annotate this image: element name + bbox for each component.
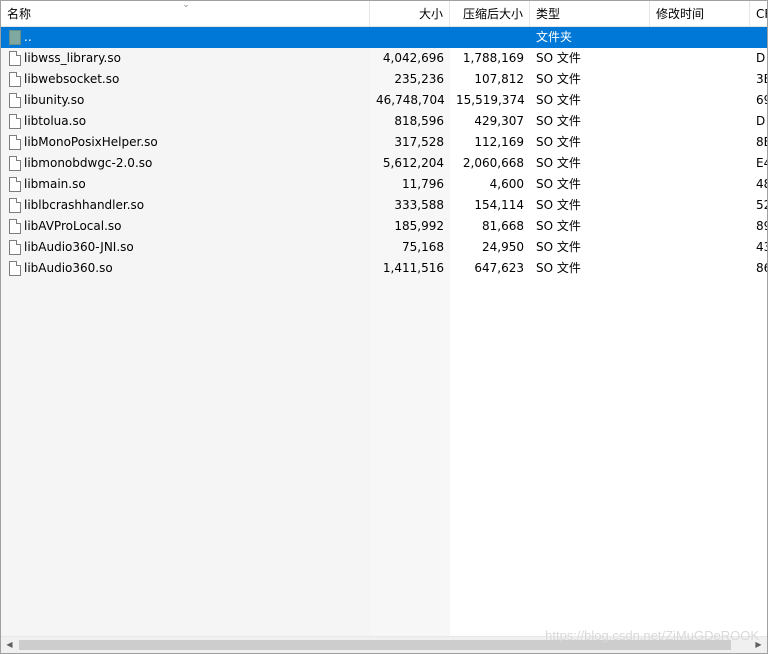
file-type: SO 文件: [536, 261, 581, 275]
file-crc: 8E: [756, 135, 767, 149]
file-packed-size: 24,950: [482, 240, 524, 254]
file-type: SO 文件: [536, 72, 581, 86]
file-row[interactable]: libunity.so 46,748,704 15,519,374 SO 文件 69: [1, 90, 767, 111]
file-size: 333,588: [394, 198, 444, 212]
column-header-type[interactable]: 类型: [530, 1, 650, 27]
file-type: SO 文件: [536, 51, 581, 65]
file-name: liblbcrashhandler.so: [24, 198, 145, 212]
file-size: 11,796: [402, 177, 444, 191]
file-row[interactable]: libAudio360-JNI.so 75,168 24,950 SO 文件 43: [1, 237, 767, 258]
file-crc: 52: [756, 198, 767, 212]
file-packed-size: 112,169: [474, 135, 524, 149]
file-type: SO 文件: [536, 135, 581, 149]
column-header-crc[interactable]: CR: [750, 1, 767, 27]
file-name: libAudio360-JNI.so: [24, 240, 134, 254]
file-crc: D: [756, 114, 766, 128]
file-size: 818,596: [394, 114, 444, 128]
archive-file-list-window: 名称 ⌄ 大小 压缩后大小 类型 修改时间 CR .. 文件夹 libwss_l…: [0, 0, 768, 654]
file-packed-size: 2,060,668: [462, 156, 524, 170]
file-name: libtolua.so: [24, 114, 87, 128]
file-packed-size: 81,668: [482, 219, 524, 233]
file-packed-size: 4,600: [489, 177, 524, 191]
file-packed-size: 429,307: [474, 114, 524, 128]
file-name: libunity.so: [24, 93, 85, 107]
file-type: SO 文件: [536, 93, 581, 107]
parent-folder-row[interactable]: .. 文件夹: [1, 27, 767, 48]
file-crc: 69: [756, 93, 767, 107]
file-size: 4,042,696: [382, 51, 444, 65]
file-crc: 43: [756, 240, 767, 254]
file-type: SO 文件: [536, 198, 581, 212]
file-name: libMonoPosixHelper.so: [24, 135, 158, 149]
column-header-size[interactable]: 大小: [370, 1, 450, 27]
file-row[interactable]: libmain.so 11,796 4,600 SO 文件 48: [1, 174, 767, 195]
file-type: SO 文件: [536, 219, 581, 233]
file-row[interactable]: libtolua.so 818,596 429,307 SO 文件 D: [1, 111, 767, 132]
file-size: 185,992: [394, 219, 444, 233]
file-row[interactable]: liblbcrashhandler.so 333,588 154,114 SO 文件 5…: [1, 195, 767, 216]
file-packed-size: 15,519,374: [456, 93, 525, 107]
file-size: 317,528: [394, 135, 444, 149]
file-size: 1,411,516: [382, 261, 444, 275]
file-list: .. 文件夹 libwss_library.so 4,042,696 1,788,1…: [1, 27, 767, 279]
file-size: 235,236: [394, 72, 444, 86]
file-name: libwebsocket.so: [24, 72, 120, 86]
file-type: SO 文件: [536, 177, 581, 191]
file-name: libwss_library.so: [24, 51, 121, 65]
file-size: 46,748,704: [376, 93, 445, 107]
watermark-text: https://blog.csdn.net/ZiMuGDeROOK: [545, 628, 759, 643]
column-header-packed-size[interactable]: 压缩后大小: [450, 1, 530, 27]
file-row[interactable]: libAudio360.so 1,411,516 647,623 SO 文件 86: [1, 258, 767, 279]
file-type: 文件夹: [536, 30, 573, 44]
file-name: libmonobdwgc-2.0.so: [24, 156, 153, 170]
file-crc: D: [756, 51, 766, 65]
file-packed-size: 647,623: [474, 261, 524, 275]
file-row[interactable]: libMonoPosixHelper.so 317,528 112,169 SO 文件…: [1, 132, 767, 153]
file-row[interactable]: libwss_library.so 4,042,696 1,788,169 SO 文件…: [1, 48, 767, 69]
file-size: 5,612,204: [382, 156, 444, 170]
scroll-left-arrow-icon[interactable]: ◀: [1, 637, 18, 653]
file-type: SO 文件: [536, 240, 581, 254]
file-name: libAVProLocal.so: [24, 219, 122, 233]
file-type: SO 文件: [536, 114, 581, 128]
file-packed-size: 107,812: [474, 72, 524, 86]
file-row[interactable]: libwebsocket.so 235,236 107,812 SO 文件 3E: [1, 69, 767, 90]
file-type: SO 文件: [536, 156, 581, 170]
file-name: libAudio360.so: [24, 261, 113, 275]
file-size: 75,168: [402, 240, 444, 254]
file-crc: 48: [756, 177, 767, 191]
column-header-bar: 名称 ⌄ 大小 压缩后大小 类型 修改时间 CR: [1, 1, 767, 27]
column-header-modified[interactable]: 修改时间: [650, 1, 750, 27]
sort-indicator-icon: ⌄: [182, 0, 190, 10]
file-packed-size: 1,788,169: [462, 51, 524, 65]
file-crc: E4: [756, 156, 767, 170]
file-row[interactable]: libmonobdwgc-2.0.so 5,612,204 2,060,668 SO …: [1, 153, 767, 174]
file-name: libmain.so: [24, 177, 86, 191]
file-crc: 3E: [756, 72, 767, 86]
file-crc: 86: [756, 261, 767, 275]
file-packed-size: 154,114: [474, 198, 524, 212]
file-crc: 89: [756, 219, 767, 233]
file-name: ..: [24, 30, 32, 44]
file-row[interactable]: libAVProLocal.so 185,992 81,668 SO 文件 89: [1, 216, 767, 237]
